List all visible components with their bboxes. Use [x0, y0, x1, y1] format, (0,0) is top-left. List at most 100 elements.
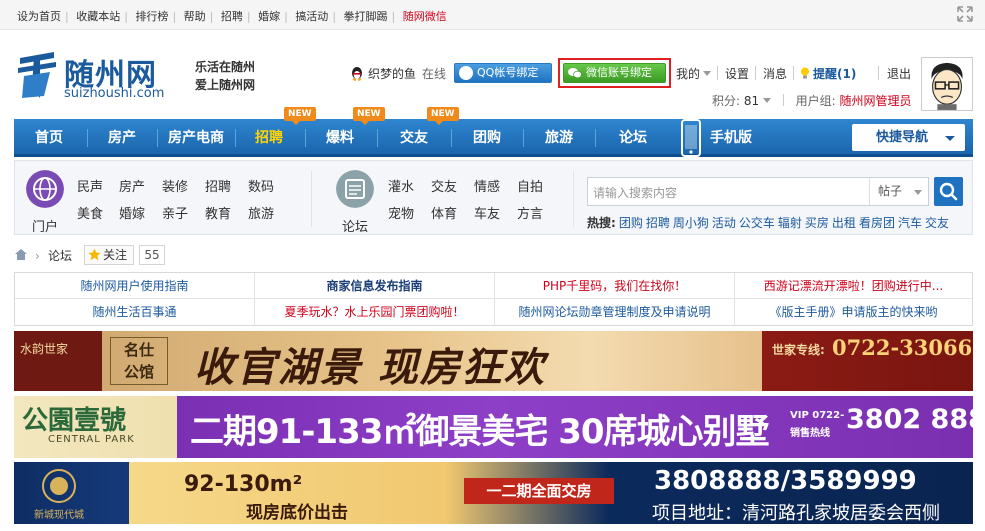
hot-search-link[interactable]: 出租 — [832, 216, 856, 230]
portal-link[interactable]: 招聘 — [205, 176, 231, 195]
ad-headline: 二期91-133㎡御景美宅 30席城心别墅 — [190, 412, 770, 452]
top-link-boxing[interactable]: 拳打脚踢 — [344, 8, 388, 24]
avatar[interactable] — [921, 57, 973, 111]
hot-search-link[interactable]: 辐射 — [778, 216, 802, 230]
hot-search-link[interactable]: 公交车 — [739, 216, 775, 230]
star-icon — [88, 248, 101, 261]
qq-bind-label: QQ帐号绑定 — [477, 66, 539, 79]
forum-link[interactable]: 体育 — [431, 203, 457, 222]
hot-search-link[interactable]: 周小狗 — [673, 216, 709, 230]
mobile-phone-icon — [681, 119, 701, 157]
forum-link[interactable]: 宠物 — [388, 203, 414, 222]
messages-link[interactable]: 消息 — [763, 65, 787, 82]
search-button[interactable] — [934, 177, 963, 206]
portal-link[interactable]: 房产 — [119, 176, 145, 195]
search-scope-select[interactable]: 帖子 — [869, 178, 930, 205]
forum-category[interactable]: 论坛 — [333, 170, 377, 235]
follow-button[interactable]: 关注 — [84, 245, 134, 265]
globe-icon — [26, 170, 64, 208]
quick-nav-button[interactable]: 快捷导航 — [852, 124, 965, 151]
top-link-weixin[interactable]: 随网微信 — [403, 8, 447, 24]
top-link-bookmark[interactable]: 收藏本站 — [76, 8, 120, 24]
chevron-down-icon[interactable] — [762, 98, 771, 103]
top-link-events[interactable]: 搞活动 — [295, 8, 328, 24]
ad-phone: 0722-3306666 — [832, 335, 973, 360]
forum-link[interactable]: 自拍 — [517, 176, 543, 195]
my-menu[interactable]: 我的 — [676, 65, 712, 82]
username-link[interactable]: 织梦的鱼 — [350, 65, 416, 82]
logout-link[interactable]: 退出 — [887, 65, 911, 82]
top-link-wedding[interactable]: 婚嫁 — [258, 8, 280, 24]
ad-banner-central-park[interactable]: 公園壹號 CENTRAL PARK 二期91-133㎡御景美宅 30席城心别墅 … — [14, 396, 973, 458]
notice-link[interactable]: 西游记漂流开漂啦！团购进行中... — [735, 273, 972, 299]
slogan-line-2: 爱上随州网 — [195, 78, 256, 92]
settings-link[interactable]: 设置 — [725, 65, 749, 82]
forum-link[interactable]: 车友 — [474, 203, 500, 222]
hot-search-link[interactable]: 买房 — [805, 216, 829, 230]
notice-link[interactable]: PHP千里码，我们在找你！ — [495, 273, 735, 299]
portal-link[interactable]: 民声 — [77, 176, 103, 195]
ad-banner-mingshi[interactable]: 水韵世家 名仕公馆 收官湖景 现房狂欢 世家专线: 0722-3306666 — [14, 331, 973, 391]
weixin-bind-button[interactable]: 微信账号绑定 — [563, 63, 666, 83]
nav-jobs[interactable]: 招聘 — [238, 119, 300, 157]
hot-search-link[interactable]: 团购 — [619, 216, 643, 230]
group-value[interactable]: 随州网管理员 — [840, 94, 912, 108]
notice-link[interactable]: 随州生活百事通 — [15, 299, 255, 325]
breadcrumb-forum[interactable]: 论坛 — [48, 247, 72, 264]
nav-realestate-ecommerce[interactable]: 房产电商 — [160, 119, 232, 157]
hot-search-link[interactable]: 看房团 — [859, 216, 895, 230]
qq-icon — [459, 66, 473, 80]
ad-banner-modern-city[interactable]: 新城现代城 92-130m² 现房底价出击 一二期全面交房 3808888/35… — [14, 462, 973, 524]
qq-bind-button[interactable]: QQ帐号绑定 — [454, 63, 552, 83]
hot-search-link[interactable]: 活动 — [712, 216, 736, 230]
points-value[interactable]: 81 — [744, 94, 759, 108]
site-header: 随州网 suizhoushi.com 乐活在随州 爱上随州网 织梦的鱼 在线 Q… — [0, 30, 985, 118]
quick-nav-label: 快捷导航 — [876, 130, 929, 145]
expand-icon[interactable] — [957, 6, 973, 22]
home-icon[interactable] — [14, 248, 28, 261]
portal-link[interactable]: 装修 — [162, 176, 188, 195]
nav-forum[interactable]: 论坛 — [598, 119, 668, 157]
nav-home[interactable]: 首页 — [14, 119, 84, 157]
notice-link[interactable]: 《版主手册》申请版主的快来哟 — [735, 299, 972, 325]
top-link-ranking[interactable]: 排行榜 — [135, 8, 168, 24]
follow-count: 55 — [139, 245, 165, 265]
logo-domain: suizhoushi.com — [64, 86, 165, 101]
notice-link[interactable]: 随州网用户使用指南 — [15, 273, 255, 299]
ad-headline: 收官湖景 现房狂欢 — [194, 344, 546, 391]
search-box: 请输入搜索内容 帖子 — [587, 177, 929, 206]
notice-link[interactable]: 夏季玩水？水上乐园门票团购啦！ — [255, 299, 495, 325]
nav-groupbuy[interactable]: 团购 — [454, 119, 520, 157]
top-bar: 设为首页 | 收藏本站 | 排行榜 | 帮助 | 招聘 | 婚嫁 | 搞活动 | 拳打脚踢 | … — [0, 0, 985, 30]
nav-realestate[interactable]: 房产 — [90, 119, 154, 157]
portal-link[interactable]: 美食 — [77, 203, 103, 222]
hot-search-link[interactable]: 招聘 — [646, 216, 670, 230]
notice-link[interactable]: 随州网论坛勋章管理制度及申请说明 — [495, 299, 735, 325]
points-label: 积分: — [712, 94, 741, 108]
forum-label: 论坛 — [341, 220, 368, 235]
top-link-set-home[interactable]: 设为首页 — [17, 8, 61, 24]
portal-link[interactable]: 旅游 — [248, 203, 274, 222]
forum-link[interactable]: 灌水 — [388, 176, 414, 195]
portal-link[interactable]: 亲子 — [162, 203, 188, 222]
notice-table: 随州网用户使用指南 商家信息发布指南 PHP千里码，我们在找你！ 西游记漂流开漂… — [14, 272, 973, 326]
portal-link[interactable]: 教育 — [205, 203, 231, 222]
portal-category[interactable]: 门户 — [23, 170, 67, 235]
remind-link[interactable]: 提醒(1) — [800, 65, 856, 82]
forum-link[interactable]: 交友 — [431, 176, 457, 195]
portal-link[interactable]: 婚嫁 — [119, 203, 145, 222]
site-logo[interactable]: 随州网 suizhoushi.com — [14, 48, 184, 106]
notice-link[interactable]: 商家信息发布指南 — [255, 273, 495, 299]
ad-phone: 3802 888 — [846, 404, 973, 435]
hot-search-link[interactable]: 交友 — [925, 216, 949, 230]
nav-travel[interactable]: 旅游 — [526, 119, 592, 157]
portal-link[interactable]: 数码 — [248, 176, 274, 195]
hot-search-link[interactable]: 汽车 — [898, 216, 922, 230]
forum-link[interactable]: 方言 — [517, 203, 543, 222]
online-status: 在线 — [422, 67, 447, 81]
top-link-jobs[interactable]: 招聘 — [221, 8, 243, 24]
search-input[interactable]: 请输入搜索内容 — [593, 184, 677, 201]
top-link-help[interactable]: 帮助 — [184, 8, 206, 24]
nav-mobile[interactable]: 手机版 — [704, 119, 758, 157]
forum-link[interactable]: 情感 — [474, 176, 500, 195]
